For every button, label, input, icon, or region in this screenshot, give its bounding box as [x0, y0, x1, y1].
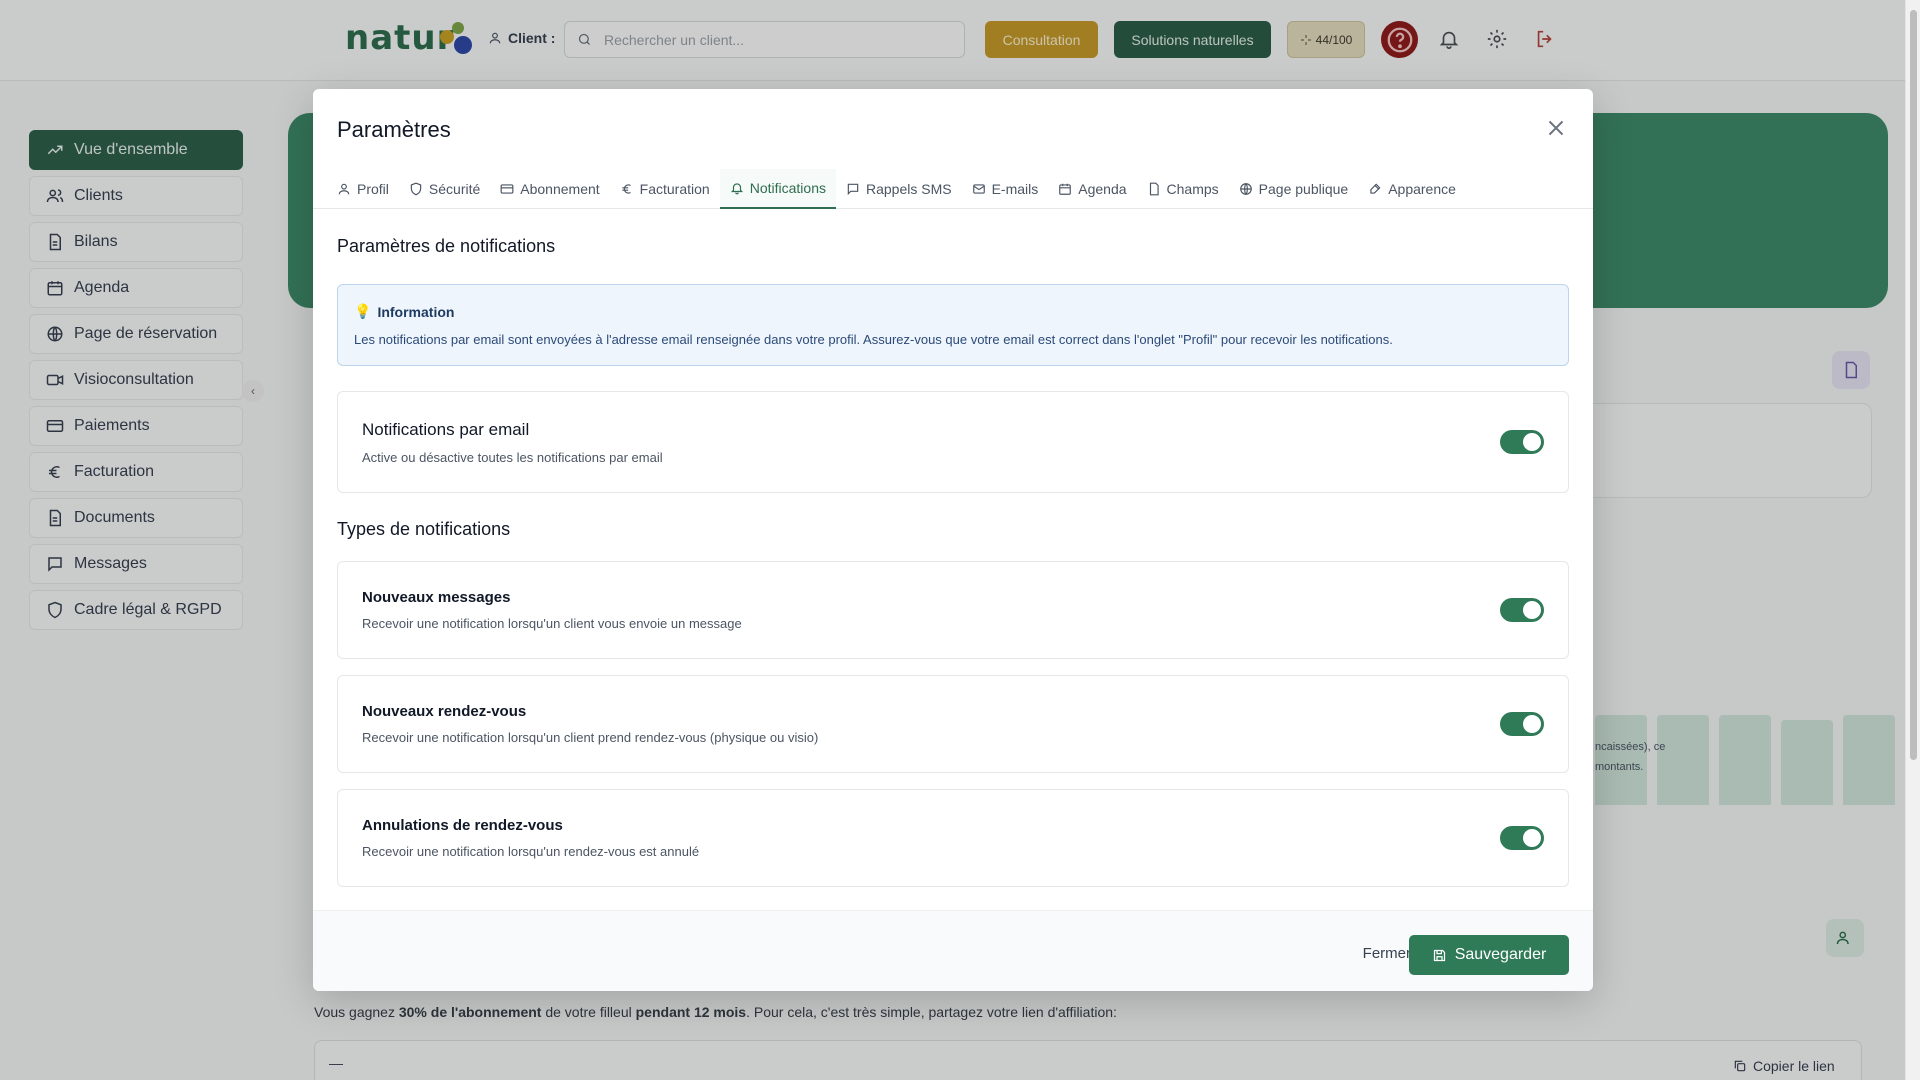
settings-modal: Paramètres Profil Sécurité Abonnement Fa… — [313, 89, 1593, 991]
info-box: 💡 Information Les notifications par emai… — [337, 284, 1569, 366]
tab-rappels-sms[interactable]: Rappels SMS — [836, 169, 962, 209]
notification-type-title: Nouveaux rendez-vous — [362, 703, 527, 720]
user-icon — [338, 183, 350, 195]
info-text: Les notifications par email sont envoyée… — [354, 332, 1393, 347]
scrollbar-thumb[interactable] — [1910, 10, 1917, 760]
brush-icon — [1370, 183, 1381, 194]
notification-type-title: Annulations de rendez-vous — [362, 817, 563, 834]
new-messages-toggle[interactable] — [1500, 598, 1544, 622]
close-button[interactable]: Fermer — [1363, 945, 1411, 962]
new-appointments-toggle[interactable] — [1500, 712, 1544, 736]
save-button[interactable]: Sauvegarder — [1409, 935, 1569, 975]
notification-type-desc: Recevoir une notification lorsqu'un clie… — [362, 616, 742, 631]
page-scrollbar[interactable] — [1905, 0, 1920, 1080]
tab-securite[interactable]: Sécurité — [399, 169, 490, 209]
notification-type-card: Annulations de rendez-vous Recevoir une … — [337, 789, 1569, 887]
euro-icon — [622, 184, 631, 194]
tab-label: Facturation — [639, 181, 710, 197]
tab-label: Notifications — [749, 180, 826, 196]
save-icon — [1433, 949, 1445, 961]
modal-footer: Fermer Sauvegarder — [313, 910, 1593, 991]
tab-abonnement[interactable]: Abonnement — [490, 169, 609, 209]
tab-profil[interactable]: Profil — [327, 169, 399, 209]
tab-label: E-mails — [991, 181, 1039, 197]
modal-title: Paramètres — [337, 117, 451, 142]
types-title: Types de notifications — [337, 519, 511, 539]
notification-type-text: Nouveaux rendez-vous Recevoir une notifi… — [362, 703, 818, 745]
tab-label: Profil — [357, 181, 389, 197]
notification-type-text: Annulations de rendez-vous Recevoir une … — [362, 817, 699, 859]
tab-label: Rappels SMS — [865, 181, 952, 197]
tab-agenda[interactable]: Agenda — [1048, 169, 1136, 209]
calendar-icon — [1059, 183, 1072, 195]
notification-type-title: Nouveaux messages — [362, 589, 511, 606]
notification-type-desc: Recevoir une notification lorsqu'un clie… — [362, 730, 819, 745]
save-button-label: Sauvegarder — [1454, 946, 1547, 963]
message-icon — [847, 183, 859, 196]
tab-label: Sécurité — [428, 181, 481, 197]
email-notifications-desc: Active ou désactive toutes les notificat… — [362, 449, 663, 465]
globe-icon — [1239, 183, 1252, 195]
tab-label: Agenda — [1078, 181, 1127, 197]
tab-facturation[interactable]: Facturation — [610, 169, 720, 209]
shield-icon — [410, 182, 422, 196]
tab-apparence[interactable]: Apparence — [1358, 169, 1466, 209]
tab-label: Page publique — [1258, 181, 1349, 197]
email-notifications-title: Notifications par email — [362, 419, 530, 439]
email-notifications-toggle[interactable] — [1500, 430, 1544, 454]
email-notifications-card: Notifications par email Active ou désact… — [337, 391, 1569, 493]
notification-type-card: Nouveaux rendez-vous Recevoir une notifi… — [337, 675, 1569, 773]
tab-emails[interactable]: E-mails — [962, 169, 1049, 209]
settings-tabs: Profil Sécurité Abonnement Facturation N… — [313, 169, 1593, 209]
email-notifications-text: Notifications par email Active ou désact… — [362, 420, 663, 465]
mail-icon — [972, 184, 985, 194]
card-icon — [500, 184, 514, 194]
tab-label: Champs — [1166, 181, 1219, 197]
bell-icon — [730, 183, 743, 195]
close-icon[interactable] — [1543, 115, 1569, 141]
tab-champs[interactable]: Champs — [1137, 169, 1229, 209]
info-heading: 💡 Information — [354, 303, 1552, 320]
section-title: Paramètres de notifications — [337, 236, 556, 256]
notification-type-desc: Recevoir une notification lorsqu'un rend… — [362, 844, 700, 859]
notification-type-text: Nouveaux messages Recevoir une notificat… — [362, 589, 742, 631]
info-heading-text: Information — [377, 303, 455, 320]
tab-page-publique[interactable]: Page publique — [1229, 169, 1359, 209]
file-icon — [1149, 182, 1159, 196]
cancellations-toggle[interactable] — [1500, 826, 1544, 850]
tab-label: Abonnement — [520, 181, 600, 197]
tab-label: Apparence — [1388, 181, 1456, 197]
tab-notifications[interactable]: Notifications — [719, 169, 836, 209]
lightbulb-icon: 💡 — [354, 303, 372, 319]
notification-type-card: Nouveaux messages Recevoir une notificat… — [337, 561, 1569, 659]
